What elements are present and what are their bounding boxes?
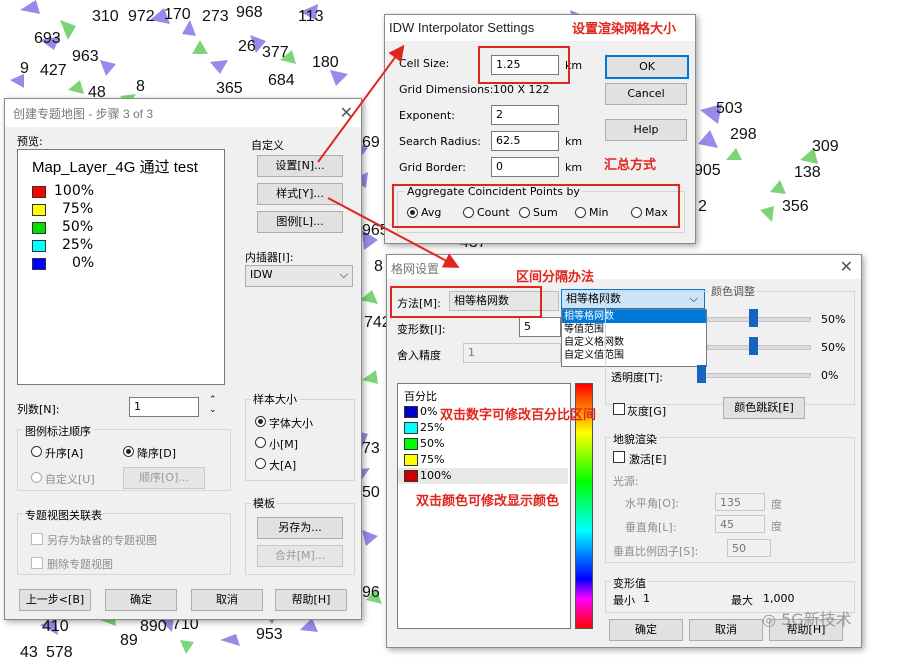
arrow-style-to-grid (327, 197, 460, 268)
arrow-settings-to-idw (317, 44, 405, 163)
watermark-text: 5G新技术 (781, 610, 852, 629)
watermark: ◎ 5G新技术 (762, 606, 852, 630)
wechat-icon: ◎ (762, 610, 776, 629)
annotation-arrows (317, 44, 460, 268)
